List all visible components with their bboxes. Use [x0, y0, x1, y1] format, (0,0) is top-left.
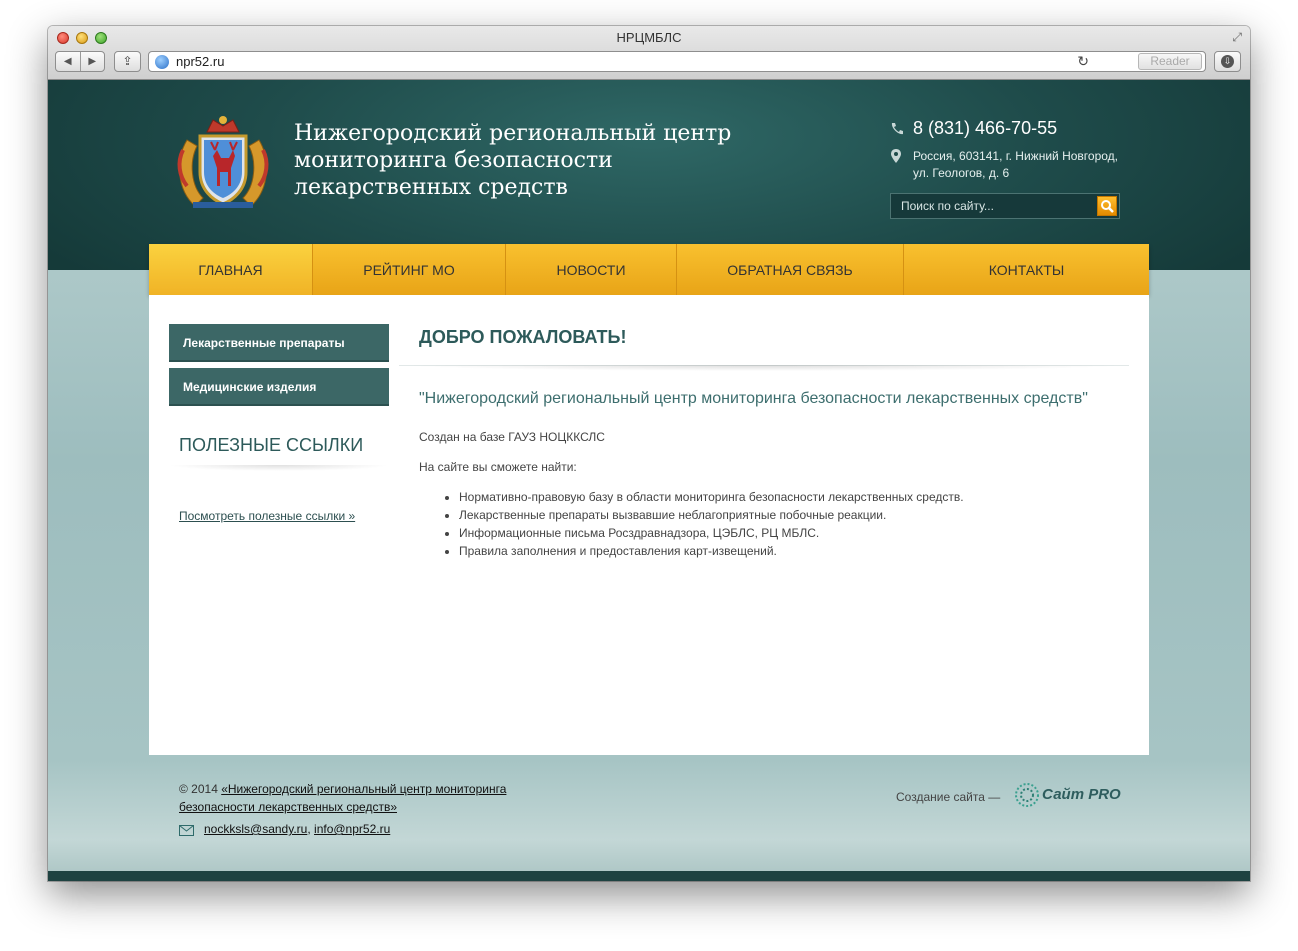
- main-nav: ГЛАВНАЯ РЕЙТИНГ МО НОВОСТИ ОБРАТНАЯ СВЯЗ…: [149, 244, 1149, 295]
- email-link[interactable]: nockksls@sandy.ru: [204, 822, 307, 836]
- footer-bar: [48, 871, 1250, 881]
- map-pin-icon: [891, 149, 901, 163]
- list-item: Лекарственные препараты вызвавшие неблаг…: [459, 506, 1109, 524]
- browser-toolbar: НРЦМБЛС ⤢ ◀ ▶ ⇪ npr52.ru ↻ Reader ⇩: [48, 26, 1250, 80]
- useful-links-title: ПОЛЕЗНЫЕ ССЫЛКИ: [179, 435, 364, 455]
- email-link[interactable]: info@npr52.ru: [314, 822, 390, 836]
- nav-item-home[interactable]: ГЛАВНАЯ: [149, 244, 313, 295]
- coat-of-arms-emblem[interactable]: [173, 110, 273, 212]
- browser-window: НРЦМБЛС ⤢ ◀ ▶ ⇪ npr52.ru ↻ Reader ⇩ Ниже…: [48, 26, 1250, 881]
- site-pro-logo[interactable]: Сайт PRO: [1014, 780, 1121, 810]
- email-links: nockksls@sandy.ru, info@npr52.ru: [204, 822, 390, 836]
- history-buttons: ◀ ▶: [55, 51, 105, 72]
- forward-button[interactable]: ▶: [79, 52, 105, 71]
- intro-paragraph: На сайте вы сможете найти:: [419, 460, 577, 474]
- site-credit-text: Создание сайта —: [896, 790, 1001, 804]
- site-pro-logo-text: Сайт PRO: [1042, 786, 1121, 803]
- list-item: Нормативно-правовую базу в области монит…: [459, 488, 1109, 506]
- center-name-quote: "Нижегородский региональный центр монито…: [419, 390, 1088, 407]
- search-box: [890, 193, 1120, 219]
- reload-icon[interactable]: ↻: [1077, 53, 1089, 70]
- divider: [169, 465, 389, 473]
- web-page: Нижегородский региональный центр монитор…: [48, 80, 1250, 881]
- copyright-year: © 2014: [179, 782, 218, 796]
- content-panel: Лекарственные препараты Медицинские изде…: [149, 295, 1149, 755]
- site-title[interactable]: Нижегородский региональный центр монитор…: [294, 120, 744, 201]
- downloads-button[interactable]: ⇩: [1214, 51, 1241, 72]
- useful-links-more-link[interactable]: Посмотреть полезные ссылки »: [179, 509, 355, 523]
- list-item: Правила заполнения и предоставления карт…: [459, 542, 1109, 560]
- back-button[interactable]: ◀: [56, 52, 80, 71]
- globe-icon: [155, 55, 169, 69]
- copyright: © 2014 «Нижегородский региональный центр…: [179, 780, 549, 816]
- sidebar-link-medicines[interactable]: Лекарственные препараты: [169, 324, 389, 362]
- address-bar[interactable]: npr52.ru ↻ Reader: [148, 51, 1206, 72]
- fullscreen-icon[interactable]: ⤢: [1232, 30, 1242, 45]
- mail-icon: [179, 825, 194, 836]
- address-line: Россия, 603141, г. Нижний Новгород,: [913, 149, 1118, 163]
- globe-dots-icon: [1015, 783, 1039, 807]
- nav-item-feedback[interactable]: ОБРАТНАЯ СВЯЗЬ: [677, 244, 904, 295]
- nav-item-contacts[interactable]: КОНТАКТЫ: [904, 244, 1149, 295]
- nav-item-news[interactable]: НОВОСТИ: [506, 244, 677, 295]
- reader-button[interactable]: Reader: [1138, 53, 1202, 70]
- address: Россия, 603141, г. Нижний Новгород, ул. …: [913, 148, 1143, 182]
- url-text[interactable]: npr52.ru: [176, 54, 224, 69]
- search-input[interactable]: [891, 194, 1097, 218]
- page-title: ДОБРО ПОЖАЛОВАТЬ!: [419, 327, 627, 347]
- share-button[interactable]: ⇪: [114, 51, 141, 72]
- search-button[interactable]: [1097, 196, 1117, 216]
- download-icon: ⇩: [1221, 55, 1234, 68]
- features-list: Нормативно-правовую базу в области монит…: [459, 488, 1109, 560]
- email-separator: ,: [307, 822, 311, 836]
- list-item: Информационные письма Росздравнадзора, Ц…: [459, 524, 1109, 542]
- copyright-link[interactable]: «Нижегородский региональный центр монито…: [179, 782, 506, 814]
- search-icon: [1101, 200, 1114, 213]
- intro-paragraph: Создан на базе ГАУЗ НОЦККСЛС: [419, 430, 605, 444]
- window-title: НРЦМБЛС: [616, 30, 682, 45]
- sidebar-link-medical-devices[interactable]: Медицинские изделия: [169, 368, 389, 406]
- phone-number: 8 (831) 466-70-55: [913, 118, 1058, 138]
- nav-item-rating[interactable]: РЕЙТИНГ МО: [313, 244, 506, 295]
- address-line: ул. Геологов, д. 6: [913, 166, 1010, 180]
- divider-shadow: [399, 365, 1129, 373]
- phone-icon: [891, 123, 903, 135]
